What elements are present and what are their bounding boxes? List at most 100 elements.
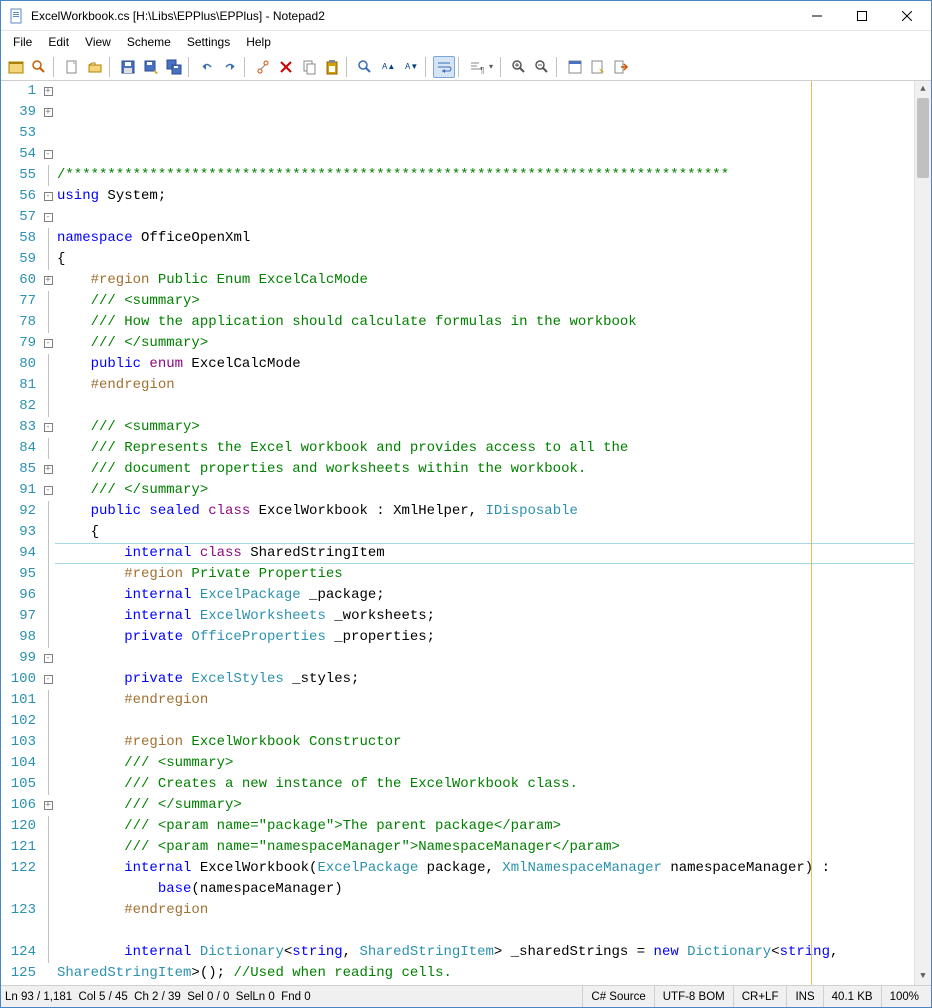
- fold-marker[interactable]: [41, 606, 55, 627]
- code-line[interactable]: #endregion: [55, 690, 931, 711]
- fold-marker[interactable]: -: [41, 186, 55, 207]
- status-eol[interactable]: CR+LF: [733, 986, 787, 1007]
- code-line[interactable]: #endregion: [55, 375, 931, 396]
- fold-marker[interactable]: +: [41, 459, 55, 480]
- code-line[interactable]: /// Represents the Excel workbook and pr…: [55, 438, 931, 459]
- copy-icon[interactable]: [298, 56, 320, 78]
- fold-marker[interactable]: [41, 564, 55, 585]
- code-line[interactable]: internal class SharedStringItem: [55, 543, 931, 564]
- scroll-up-arrow[interactable]: ▲: [915, 81, 931, 98]
- menu-help[interactable]: Help: [238, 33, 279, 51]
- fold-marker[interactable]: [41, 228, 55, 249]
- fold-marker[interactable]: [41, 354, 55, 375]
- cut-icon[interactable]: [252, 56, 274, 78]
- scroll-thumb[interactable]: [917, 98, 929, 178]
- code-line[interactable]: /***************************************…: [55, 165, 931, 186]
- fold-marker[interactable]: [41, 543, 55, 564]
- code-line[interactable]: internal ExcelWorkbook(ExcelPackage pack…: [55, 858, 931, 879]
- code-line[interactable]: SharedStringItem>(); //Used when reading…: [55, 963, 931, 984]
- code-line[interactable]: using System;: [55, 186, 931, 207]
- code-line[interactable]: /// <summary>: [55, 291, 931, 312]
- fold-marker[interactable]: [41, 375, 55, 396]
- fold-marker[interactable]: +: [41, 81, 55, 102]
- zoom-out-icon[interactable]: [531, 56, 553, 78]
- fold-marker[interactable]: [41, 858, 55, 879]
- new-file-icon[interactable]: [61, 56, 83, 78]
- code-area[interactable]: /***************************************…: [55, 81, 931, 985]
- fold-marker[interactable]: -: [41, 144, 55, 165]
- code-line[interactable]: {: [55, 249, 931, 270]
- code-line[interactable]: namespace OfficeOpenXml: [55, 228, 931, 249]
- whitespace-icon[interactable]: ¶: [466, 56, 488, 78]
- code-line[interactable]: /// <param name="namespaceManager">Names…: [55, 837, 931, 858]
- fold-marker[interactable]: [41, 942, 55, 963]
- code-line[interactable]: #endregion: [55, 900, 931, 921]
- fold-column[interactable]: ++---+--+---+: [41, 81, 55, 985]
- code-line[interactable]: {: [55, 522, 931, 543]
- code-line[interactable]: public sealed class ExcelWorkbook : XmlH…: [55, 501, 931, 522]
- code-line[interactable]: /// document properties and worksheets w…: [55, 459, 931, 480]
- code-line[interactable]: /// </summary>: [55, 480, 931, 501]
- delete-icon[interactable]: [275, 56, 297, 78]
- menu-view[interactable]: View: [77, 33, 119, 51]
- fold-marker[interactable]: -: [41, 480, 55, 501]
- fold-marker[interactable]: +: [41, 102, 55, 123]
- code-line[interactable]: [55, 648, 931, 669]
- save-copy-icon[interactable]: [163, 56, 185, 78]
- status-ins[interactable]: INS: [786, 986, 822, 1007]
- fold-marker[interactable]: [41, 921, 55, 942]
- code-line[interactable]: /// Creates a new instance of the ExcelW…: [55, 774, 931, 795]
- code-line[interactable]: internal List<SharedStringItem> _sharedS…: [55, 984, 931, 985]
- code-line[interactable]: #region Private Properties: [55, 564, 931, 585]
- find-icon[interactable]: [354, 56, 376, 78]
- fold-marker[interactable]: [41, 774, 55, 795]
- code-line[interactable]: base(namespaceManager): [55, 879, 931, 900]
- fold-marker[interactable]: [41, 123, 55, 144]
- fold-marker[interactable]: [41, 396, 55, 417]
- code-line[interactable]: [55, 921, 931, 942]
- redo-icon[interactable]: [219, 56, 241, 78]
- minimize-button[interactable]: [794, 2, 839, 30]
- code-line[interactable]: internal ExcelWorksheets _worksheets;: [55, 606, 931, 627]
- find-prev-icon[interactable]: A▲: [377, 56, 399, 78]
- code-line[interactable]: private OfficeProperties _properties;: [55, 627, 931, 648]
- code-line[interactable]: internal ExcelPackage _package;: [55, 585, 931, 606]
- code-line[interactable]: #region Public Enum ExcelCalcMode: [55, 270, 931, 291]
- fold-marker[interactable]: [41, 690, 55, 711]
- history-icon[interactable]: [5, 56, 27, 78]
- vertical-scrollbar[interactable]: ▲ ▼: [914, 81, 931, 985]
- fold-marker[interactable]: [41, 501, 55, 522]
- fold-marker[interactable]: [41, 711, 55, 732]
- code-line[interactable]: [55, 207, 931, 228]
- exit-icon[interactable]: [610, 56, 632, 78]
- fold-marker[interactable]: [41, 963, 55, 984]
- fold-marker[interactable]: [41, 438, 55, 459]
- find-next-icon[interactable]: A▼: [400, 56, 422, 78]
- fold-marker[interactable]: [41, 312, 55, 333]
- code-line[interactable]: [55, 396, 931, 417]
- fold-marker[interactable]: [41, 837, 55, 858]
- fold-marker[interactable]: [41, 585, 55, 606]
- code-line[interactable]: [55, 711, 931, 732]
- save-as-icon[interactable]: [140, 56, 162, 78]
- fold-marker[interactable]: [41, 165, 55, 186]
- scroll-down-arrow[interactable]: ▼: [915, 968, 931, 985]
- code-line[interactable]: /// <summary>: [55, 753, 931, 774]
- fold-marker[interactable]: -: [41, 417, 55, 438]
- fold-marker[interactable]: -: [41, 669, 55, 690]
- fold-marker[interactable]: [41, 249, 55, 270]
- fold-marker[interactable]: [41, 627, 55, 648]
- status-zoom[interactable]: 100%: [881, 986, 927, 1007]
- code-line[interactable]: internal Dictionary<string, SharedString…: [55, 942, 931, 963]
- fold-marker[interactable]: [41, 816, 55, 837]
- fold-marker[interactable]: [41, 291, 55, 312]
- fold-marker[interactable]: +: [41, 795, 55, 816]
- fold-marker[interactable]: [41, 522, 55, 543]
- code-line[interactable]: /// How the application should calculate…: [55, 312, 931, 333]
- editor[interactable]: 1395354555657585960777879808182838485919…: [1, 81, 931, 985]
- fold-marker[interactable]: -: [41, 648, 55, 669]
- code-line[interactable]: /// </summary>: [55, 795, 931, 816]
- open-file-icon[interactable]: [84, 56, 106, 78]
- zoom-in-icon[interactable]: [508, 56, 530, 78]
- word-wrap-icon[interactable]: [433, 56, 455, 78]
